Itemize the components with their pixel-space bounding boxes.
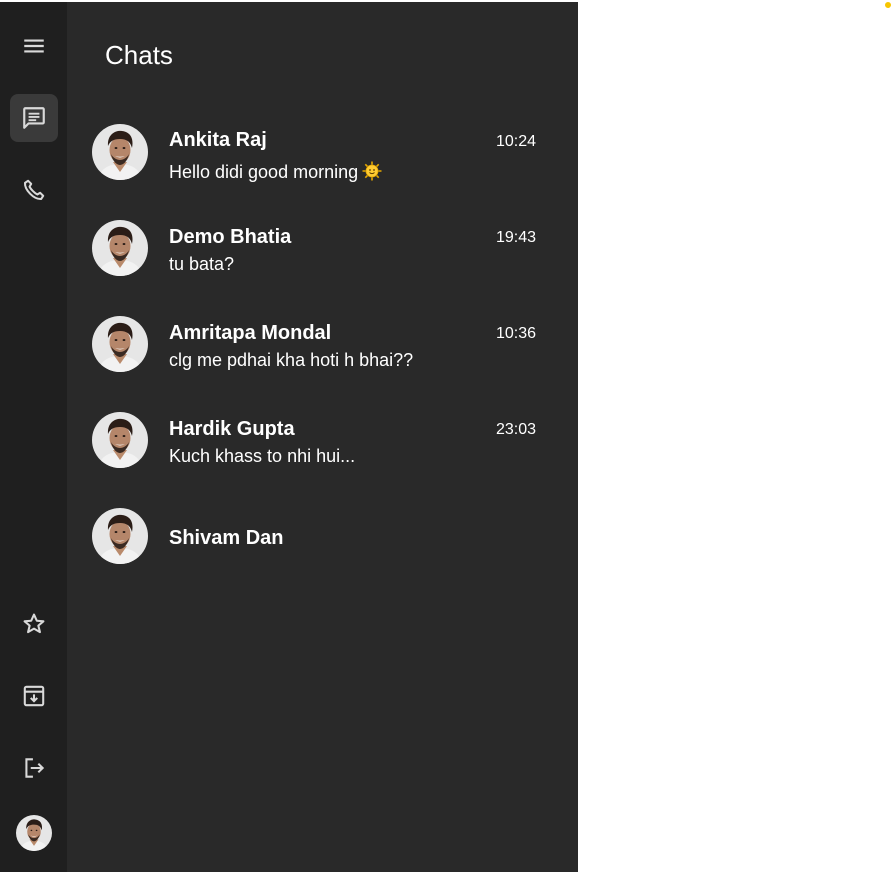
starred-button[interactable] (10, 600, 58, 648)
logout-button[interactable] (10, 744, 58, 792)
chat-icon (23, 107, 45, 129)
page-title: Chats (105, 40, 173, 70)
avatar-image (16, 815, 52, 851)
menu-button[interactable] (10, 22, 58, 70)
chat-time: 23:03 (495, 421, 536, 438)
chat-item[interactable]: Ankita Raj 10:24 Hello didi good morning (67, 107, 578, 203)
chat-time: 10:36 (495, 325, 536, 342)
chat-name: Hardik Gupta (169, 418, 295, 440)
message-text: Hello didi good morning (169, 162, 359, 182)
avatar (92, 316, 148, 372)
avatar (92, 220, 148, 276)
profile-avatar[interactable] (16, 815, 52, 851)
chat-last-message: clg me pdhai kha hoti h bhai?? (169, 350, 414, 370)
status-indicator-dot (885, 2, 891, 8)
calls-nav-button[interactable] (10, 166, 58, 214)
star-icon (23, 613, 45, 634)
archive-icon (23, 685, 45, 707)
chat-last-message: Kuch khass to nhi hui... (169, 446, 356, 466)
chat-last-message: tu bata? (169, 254, 235, 274)
chats-nav-button[interactable] (10, 94, 58, 142)
chat-name: Demo Bhatia (169, 226, 292, 248)
phone-icon (23, 179, 45, 201)
menu-icon (24, 39, 44, 53)
avatar (92, 412, 148, 468)
chat-item[interactable]: Hardik Gupta 23:03 Kuch khass to nhi hui… (67, 395, 578, 491)
chat-name: Ankita Raj (169, 129, 267, 151)
nav-rail (0, 2, 67, 872)
chat-name: Amritapa Mondal (169, 322, 332, 344)
chat-item[interactable]: Demo Bhatia 19:43 tu bata? (67, 203, 578, 299)
chat-item[interactable]: Shivam Dan (67, 491, 578, 587)
sun-with-face-emoji-icon (362, 161, 382, 186)
chat-name: Shivam Dan (169, 527, 284, 549)
chat-list-panel: Chats Ankita Raj 10:24 Hello didi good m… (67, 2, 578, 872)
archive-button[interactable] (10, 672, 58, 720)
logout-icon (25, 758, 45, 778)
avatar (92, 124, 148, 180)
chat-time: 19:43 (495, 229, 536, 246)
chat-time: 10:24 (495, 133, 536, 150)
avatar (92, 508, 148, 564)
chat-last-message: Hello didi good morning (169, 161, 382, 186)
chat-app: Chats Ankita Raj 10:24 Hello didi good m… (0, 2, 578, 872)
chat-item[interactable]: Amritapa Mondal 10:36 clg me pdhai kha h… (67, 299, 578, 395)
